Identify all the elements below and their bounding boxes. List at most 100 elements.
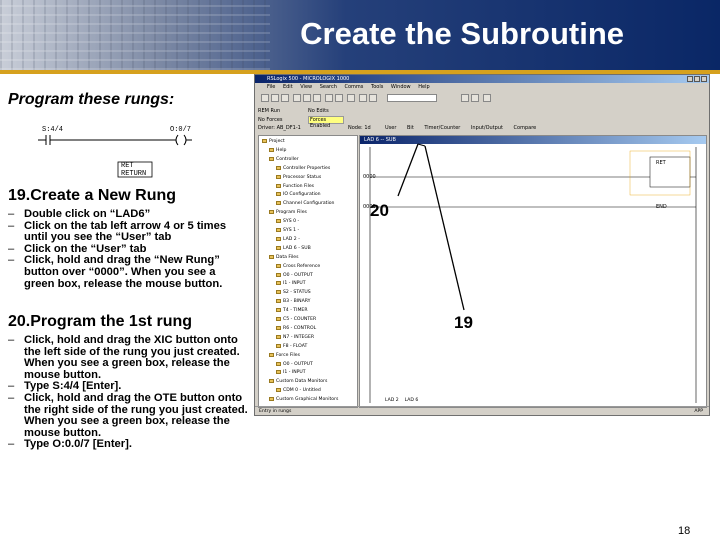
menu-search[interactable]: Search	[320, 84, 337, 90]
cut-icon[interactable]	[293, 94, 301, 102]
folder-icon	[269, 379, 274, 384]
folder-icon	[276, 308, 281, 313]
folder-icon	[269, 352, 274, 357]
verify-project-icon[interactable]	[369, 94, 377, 102]
tree-item[interactable]: Program Files	[269, 210, 307, 215]
tree-item[interactable]: SYS 0 -	[276, 219, 299, 224]
tree-item[interactable]: Controller	[269, 156, 299, 162]
node-status: Node: 1d	[348, 125, 371, 131]
menu-comms[interactable]: Comms	[345, 84, 364, 90]
tree-item[interactable]: R6 - CONTROL	[276, 325, 316, 331]
tab-user[interactable]: User	[385, 125, 396, 131]
undo-icon[interactable]	[325, 94, 333, 102]
close-icon[interactable]	[701, 76, 707, 82]
verify-icon[interactable]	[359, 94, 367, 102]
tree-item-label: N7 - INTEGER	[283, 334, 315, 340]
menu-help[interactable]: Help	[418, 84, 429, 90]
tree-item[interactable]: Project	[262, 139, 285, 144]
folder-icon	[276, 370, 281, 375]
tree-item[interactable]: Cross Reference	[276, 263, 320, 269]
tree-item[interactable]: Help	[269, 147, 286, 153]
tree-item-label: Program Files	[276, 210, 307, 216]
main-toolbar	[261, 92, 701, 105]
tab-bit[interactable]: Bit	[407, 125, 414, 131]
open-file-icon[interactable]	[271, 94, 279, 102]
tree-item[interactable]: O0 - OUTPUT	[276, 272, 313, 278]
tree-item[interactable]: I1 - INPUT	[276, 370, 306, 375]
tree-item[interactable]: N7 - INTEGER	[276, 334, 315, 340]
tree-item-label: Controller	[276, 156, 299, 162]
tree-item[interactable]: Custom Graphical Monitors	[269, 397, 338, 402]
tree-item[interactable]: SYS 1 -	[276, 228, 299, 233]
menu-tools[interactable]: Tools	[371, 84, 383, 90]
paste-icon[interactable]	[313, 94, 321, 102]
tree-item-label: S2 - STATUS	[283, 290, 311, 296]
find-icon[interactable]	[347, 94, 355, 102]
minimize-icon[interactable]	[687, 76, 693, 82]
redo-icon[interactable]	[335, 94, 343, 102]
folder-icon	[276, 174, 281, 179]
tree-item[interactable]: LAD 6 - SUB	[276, 245, 311, 251]
tree-item[interactable]: IO Configuration	[276, 192, 321, 197]
step-item: Click, hold and drag the “New Rung” butt…	[8, 255, 248, 290]
menu-edit[interactable]: Edit	[283, 84, 293, 90]
ote-coil-right	[183, 134, 187, 146]
window-title: RSLogix 500 - MICROLOGIX 1000	[267, 76, 350, 82]
tree-item[interactable]: B3 - BINARY	[276, 299, 310, 304]
tree-item[interactable]: S2 - STATUS	[276, 290, 311, 295]
tab-compare[interactable]: Compare	[514, 125, 537, 131]
tab-lad-6[interactable]: LAD 6	[405, 398, 419, 403]
window-titlebar: RSLogix 500 - MICROLOGIX 1000	[255, 75, 709, 83]
ladder-window-title: LAD 6 -- SUB	[360, 136, 706, 144]
ret-instruction-label: RET	[656, 160, 666, 166]
tree-item[interactable]: T4 - TIMER	[276, 308, 308, 313]
menu-view[interactable]: View	[300, 84, 312, 90]
tree-item[interactable]: Custom Data Monitors	[269, 379, 327, 384]
tree-item-label: C5 - COUNTER	[283, 317, 317, 322]
tab-timer-counter[interactable]: Timer/Counter	[424, 125, 460, 131]
ret-description: RETURN	[121, 170, 147, 178]
folder-icon	[276, 192, 281, 197]
zoom-out-icon[interactable]	[471, 94, 479, 102]
tree-item[interactable]: Function Files	[276, 183, 314, 189]
page-number: 18	[678, 525, 691, 537]
header-decoration	[0, 0, 270, 70]
folder-icon	[276, 236, 281, 241]
file-tabs: LAD 2 LAD 6	[385, 397, 418, 405]
tree-item-label: LAD 6 - SUB	[283, 245, 311, 251]
driver-status: Driver: AB_DF1-1	[258, 125, 301, 131]
tree-item-label: O0 - OUTPUT	[283, 361, 313, 367]
folder-icon	[276, 219, 281, 224]
step-item: Click, hold and drag the XIC button onto…	[8, 334, 248, 381]
tab-input-output[interactable]: Input/Output	[471, 125, 503, 131]
ladder-editor-canvas	[369, 147, 697, 403]
menu-window[interactable]: Window	[391, 84, 411, 90]
tab-lad-2[interactable]: LAD 2	[385, 398, 399, 403]
help-icon[interactable]	[483, 94, 491, 102]
tree-item[interactable]: C5 - COUNTER	[276, 317, 316, 322]
tree-item[interactable]: Force Files	[269, 352, 300, 358]
slide-title: Create the Subroutine	[300, 16, 624, 51]
tree-item[interactable]: Processor Status	[276, 174, 321, 180]
maximize-icon[interactable]	[694, 76, 700, 82]
tree-item[interactable]: CDM 0 - Untitled	[276, 388, 321, 393]
tree-item[interactable]: Data Files	[269, 254, 299, 260]
section-20-steps: Click, hold and drag the XIC button onto…	[8, 334, 248, 451]
save-icon[interactable]	[281, 94, 289, 102]
search-box[interactable]	[387, 94, 437, 102]
zoom-in-icon[interactable]	[461, 94, 469, 102]
tree-item[interactable]: Controller Properties	[276, 165, 331, 171]
tree-item[interactable]: O0 - OUTPUT	[276, 361, 313, 367]
app-mode-indicator: APP	[694, 409, 703, 414]
menu-file[interactable]: File	[267, 84, 275, 90]
tree-item-label: O0 - OUTPUT	[283, 272, 313, 278]
tree-item[interactable]: Channel Configuration	[276, 201, 334, 206]
tree-item[interactable]: F8 - FLOAT	[276, 343, 307, 349]
tree-item-label: Controller Properties	[283, 165, 331, 171]
new-file-icon[interactable]	[261, 94, 269, 102]
tree-item[interactable]: I1 - INPUT	[276, 281, 306, 286]
project-tree: Project Help Controller Controller Properti…	[258, 135, 358, 408]
rslogix-screenshot: RSLogix 500 - MICROLOGIX 1000 File Edit …	[254, 74, 710, 416]
tree-item[interactable]: LAD 2 -	[276, 236, 300, 242]
copy-icon[interactable]	[303, 94, 311, 102]
